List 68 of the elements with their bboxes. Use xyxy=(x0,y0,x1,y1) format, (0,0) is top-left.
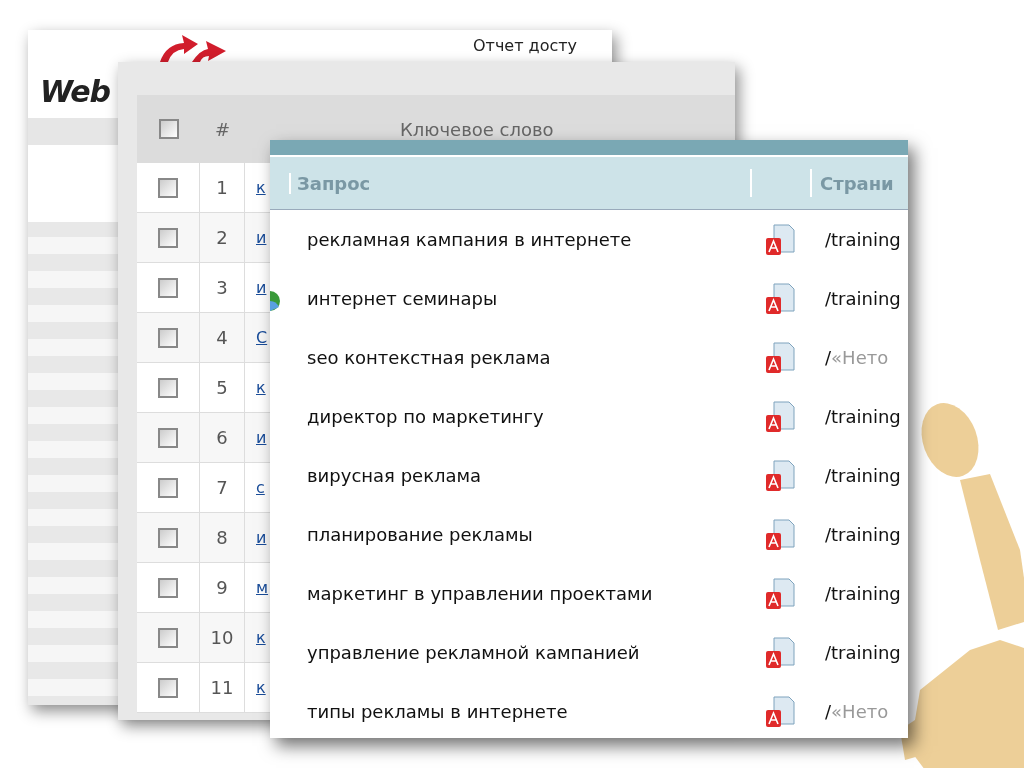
keyword-link[interactable]: к xyxy=(256,378,266,397)
column-header: Страни xyxy=(820,172,894,194)
keyword-link[interactable]: к xyxy=(256,628,266,647)
checkbox[interactable] xyxy=(158,227,178,248)
keyword-link[interactable]: к xyxy=(256,178,266,197)
row-number: 11 xyxy=(210,677,234,698)
row-number: 7 xyxy=(216,477,228,498)
query-text: маркетинг в управлении проектами xyxy=(307,583,653,604)
document-icon xyxy=(765,577,795,610)
checkbox[interactable] xyxy=(158,627,178,648)
document-icon xyxy=(765,518,795,551)
keyword-link[interactable]: и xyxy=(256,528,267,547)
document-icon xyxy=(765,400,795,433)
query-text: seo контекстная реклама xyxy=(307,347,551,368)
checkbox[interactable] xyxy=(158,119,179,139)
checkbox[interactable] xyxy=(158,577,178,598)
page-path: /training xyxy=(825,524,901,545)
keyword-link[interactable]: к xyxy=(256,678,266,697)
query-text: управление рекламной кампанией xyxy=(307,642,640,663)
checkbox[interactable] xyxy=(158,277,178,298)
keyword-link[interactable]: С xyxy=(256,328,268,347)
checkbox[interactable] xyxy=(158,327,178,348)
checkbox[interactable] xyxy=(158,427,178,448)
document-icon xyxy=(765,341,795,374)
page-path: /training xyxy=(825,642,901,663)
arrow-icon xyxy=(158,34,228,62)
column-header: Ключевое слово xyxy=(400,118,554,140)
logo-text: Web xyxy=(40,74,110,109)
column-header: Запрос xyxy=(297,172,371,194)
row-number: 6 xyxy=(216,427,228,448)
keyword-link[interactable]: м xyxy=(256,578,269,597)
report-title: Отчет досту xyxy=(473,36,578,55)
row-number: 4 xyxy=(216,327,228,348)
keyword-link[interactable]: и xyxy=(256,428,267,447)
keyword-link[interactable]: и xyxy=(256,278,267,297)
row-number: 3 xyxy=(216,277,228,298)
query-text: вирусная реклама xyxy=(307,465,482,486)
column-header: # xyxy=(214,118,231,140)
checkbox[interactable] xyxy=(158,177,178,198)
page-path: /training xyxy=(825,229,901,250)
keyword-link[interactable]: с xyxy=(256,478,265,497)
document-icon xyxy=(765,636,795,669)
checkbox[interactable] xyxy=(158,377,178,398)
row-number: 9 xyxy=(216,577,228,598)
document-icon xyxy=(765,695,795,728)
page-path: /training xyxy=(825,583,901,604)
row-number: 2 xyxy=(216,227,228,248)
document-icon xyxy=(765,282,795,315)
page-path: /«Нето xyxy=(825,347,889,368)
document-icon xyxy=(765,223,795,256)
page-path: /training xyxy=(825,406,901,427)
checkbox[interactable] xyxy=(158,677,178,698)
row-number: 10 xyxy=(210,627,234,648)
query-text: директор по маркетингу xyxy=(307,406,544,427)
page-path: /training xyxy=(825,465,901,486)
row-number: 1 xyxy=(216,177,228,198)
query-text: интернет семинары xyxy=(307,288,498,309)
row-number: 5 xyxy=(216,377,228,398)
keyword-link[interactable]: и xyxy=(256,228,267,247)
document-icon xyxy=(765,459,795,492)
page-path: /«Нето xyxy=(825,701,889,722)
row-number: 8 xyxy=(216,527,228,548)
query-text: типы рекламы в интернете xyxy=(307,701,568,722)
query-text: планирование рекламы xyxy=(307,524,533,545)
checkbox[interactable] xyxy=(158,527,178,548)
page-path: /training xyxy=(825,288,901,309)
query-text: рекламная кампания в интернете xyxy=(307,229,632,250)
checkbox[interactable] xyxy=(158,477,178,498)
